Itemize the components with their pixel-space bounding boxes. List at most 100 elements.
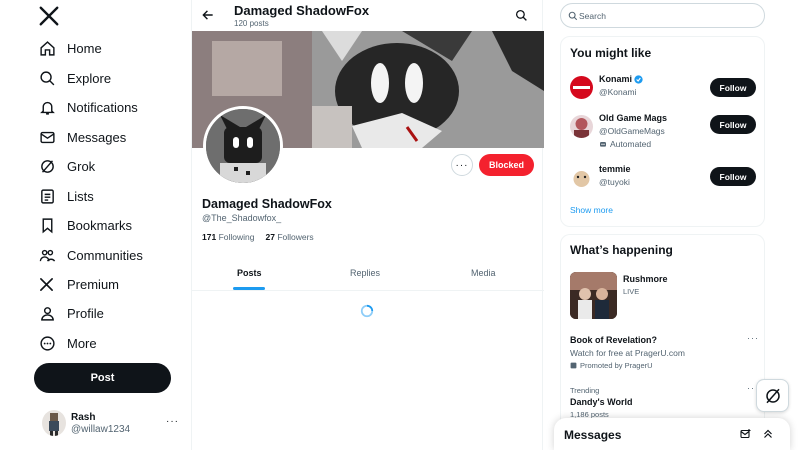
bookmark-icon: [33, 212, 67, 238]
event-status: LIVE: [623, 287, 640, 296]
nav-communities[interactable]: Communities: [33, 242, 143, 268]
search-icon: [33, 65, 67, 91]
more-icon[interactable]: ···: [747, 333, 759, 343]
mail-icon: [33, 124, 67, 150]
nav-explore[interactable]: Explore: [33, 65, 111, 91]
home-icon: [33, 35, 67, 61]
followers-label: Followers: [277, 232, 314, 242]
following-count: 171: [202, 232, 217, 242]
follow-stats: 171 Following 27 Followers: [202, 232, 314, 242]
more-button[interactable]: ···: [451, 154, 473, 176]
promoted-icon: [570, 362, 577, 369]
automated-label: Automated: [599, 139, 651, 149]
suggested-user[interactable]: Old Game Mags @OldGameMags Automated Fol…: [570, 113, 757, 153]
blocked-button[interactable]: Blocked: [479, 154, 534, 176]
drawer-title: Messages: [564, 428, 622, 442]
nav-label: Explore: [67, 70, 112, 86]
user-handle: @tuyoki: [599, 177, 630, 187]
nav-home[interactable]: Home: [33, 35, 102, 61]
search-icon: [568, 11, 578, 21]
grok-button[interactable]: [756, 379, 789, 412]
nav-messages[interactable]: Messages: [33, 124, 126, 150]
x-logo-icon: [33, 271, 67, 297]
nav-label: Communities: [67, 247, 143, 263]
verified-badge-icon: [634, 74, 643, 84]
user-handle: @Konami: [599, 87, 637, 97]
back-arrow-icon[interactable]: [201, 8, 215, 22]
tab-posts[interactable]: Posts: [237, 268, 262, 278]
list-icon: [33, 183, 67, 209]
search-icon[interactable]: [515, 9, 528, 22]
following-link[interactable]: 171 Following: [202, 232, 254, 242]
user-name: temmie: [599, 164, 631, 174]
follow-button[interactable]: Follow: [710, 167, 756, 186]
expand-up-icon[interactable]: [762, 428, 774, 440]
nav-bookmarks[interactable]: Bookmarks: [33, 212, 132, 238]
profile-handle: @The_Shadowfox_: [202, 213, 282, 223]
communities-icon: [33, 242, 67, 268]
nav-grok[interactable]: Grok: [33, 153, 95, 179]
trend-name[interactable]: Dandy's World: [570, 397, 632, 407]
user-handle: @OldGameMags: [599, 126, 665, 136]
who-to-follow-card: You might like Konami @Konami Follow Old…: [560, 36, 765, 227]
user-name: Konami: [599, 74, 643, 84]
profile-name: Damaged ShadowFox: [202, 197, 332, 211]
suggested-user[interactable]: Konami @Konami Follow: [570, 74, 757, 104]
show-more-link[interactable]: Show more: [570, 205, 613, 215]
bot-icon: [600, 142, 606, 147]
followers-link[interactable]: 27 Followers: [265, 232, 313, 242]
promoted-label: Promoted by PragerU: [570, 361, 653, 370]
following-label: Following: [218, 232, 255, 242]
card-title: What’s happening: [570, 243, 673, 257]
nav-lists[interactable]: Lists: [33, 183, 94, 209]
nav-label: More: [67, 335, 97, 351]
page-title: Damaged ShadowFox: [234, 3, 370, 18]
active-tab-indicator: [233, 287, 265, 290]
nav-label: Messages: [67, 129, 127, 145]
account-switcher[interactable]: Rash @willaw1234 ···: [42, 410, 182, 438]
follow-button[interactable]: Follow: [710, 115, 756, 134]
nav-label: Notifications: [67, 99, 138, 115]
user-name: Old Game Mags: [599, 113, 668, 123]
profile-avatar[interactable]: [203, 106, 283, 186]
grok-icon: [33, 153, 67, 179]
avatar: [42, 410, 66, 436]
account-name: Rash: [71, 412, 96, 423]
nav-label: Bookmarks: [67, 217, 133, 233]
promo-title[interactable]: Book of Revelation?: [570, 335, 657, 345]
nav-more[interactable]: More: [33, 330, 97, 356]
tab-replies[interactable]: Replies: [350, 268, 380, 278]
followers-count: 27: [265, 232, 275, 242]
follow-button[interactable]: Follow: [710, 78, 756, 97]
account-handle: @willaw1234: [71, 424, 131, 435]
nav-premium[interactable]: Premium: [33, 271, 119, 297]
search-input[interactable]: [579, 9, 749, 23]
x-logo-icon[interactable]: [38, 5, 62, 29]
trend-context: Trending: [570, 386, 600, 395]
profile-column: Damaged ShadowFox 120 posts ··· Blocked …: [191, 0, 544, 450]
avatar: [570, 166, 593, 189]
grok-icon: [765, 388, 780, 403]
tab-media[interactable]: Media: [471, 268, 496, 278]
card-title: You might like: [570, 46, 652, 60]
post-count: 120 posts: [234, 19, 269, 28]
avatar: [570, 76, 593, 99]
event-name[interactable]: Rushmore: [623, 274, 668, 284]
search-box[interactable]: [560, 3, 765, 28]
more-circle-icon: [33, 330, 67, 356]
suggested-user[interactable]: temmie @tuyoki Follow: [570, 164, 757, 194]
nav-label: Premium: [67, 276, 120, 292]
nav-notifications[interactable]: Notifications: [33, 94, 138, 120]
profile-header-bar: Damaged ShadowFox 120 posts: [192, 0, 544, 31]
post-button[interactable]: Post: [34, 363, 171, 393]
messages-drawer[interactable]: Messages: [554, 418, 790, 450]
profile-tabs: Posts Replies Media: [192, 259, 544, 291]
person-icon: [33, 300, 67, 326]
event-thumbnail[interactable]: [570, 272, 617, 319]
avatar: [570, 115, 593, 138]
nav-profile[interactable]: Profile: [33, 300, 104, 326]
new-message-icon[interactable]: [740, 428, 752, 440]
bell-icon: [33, 94, 67, 120]
promo-text: Watch for free at PragerU.com: [570, 348, 685, 358]
loading-spinner-icon: [360, 304, 374, 318]
